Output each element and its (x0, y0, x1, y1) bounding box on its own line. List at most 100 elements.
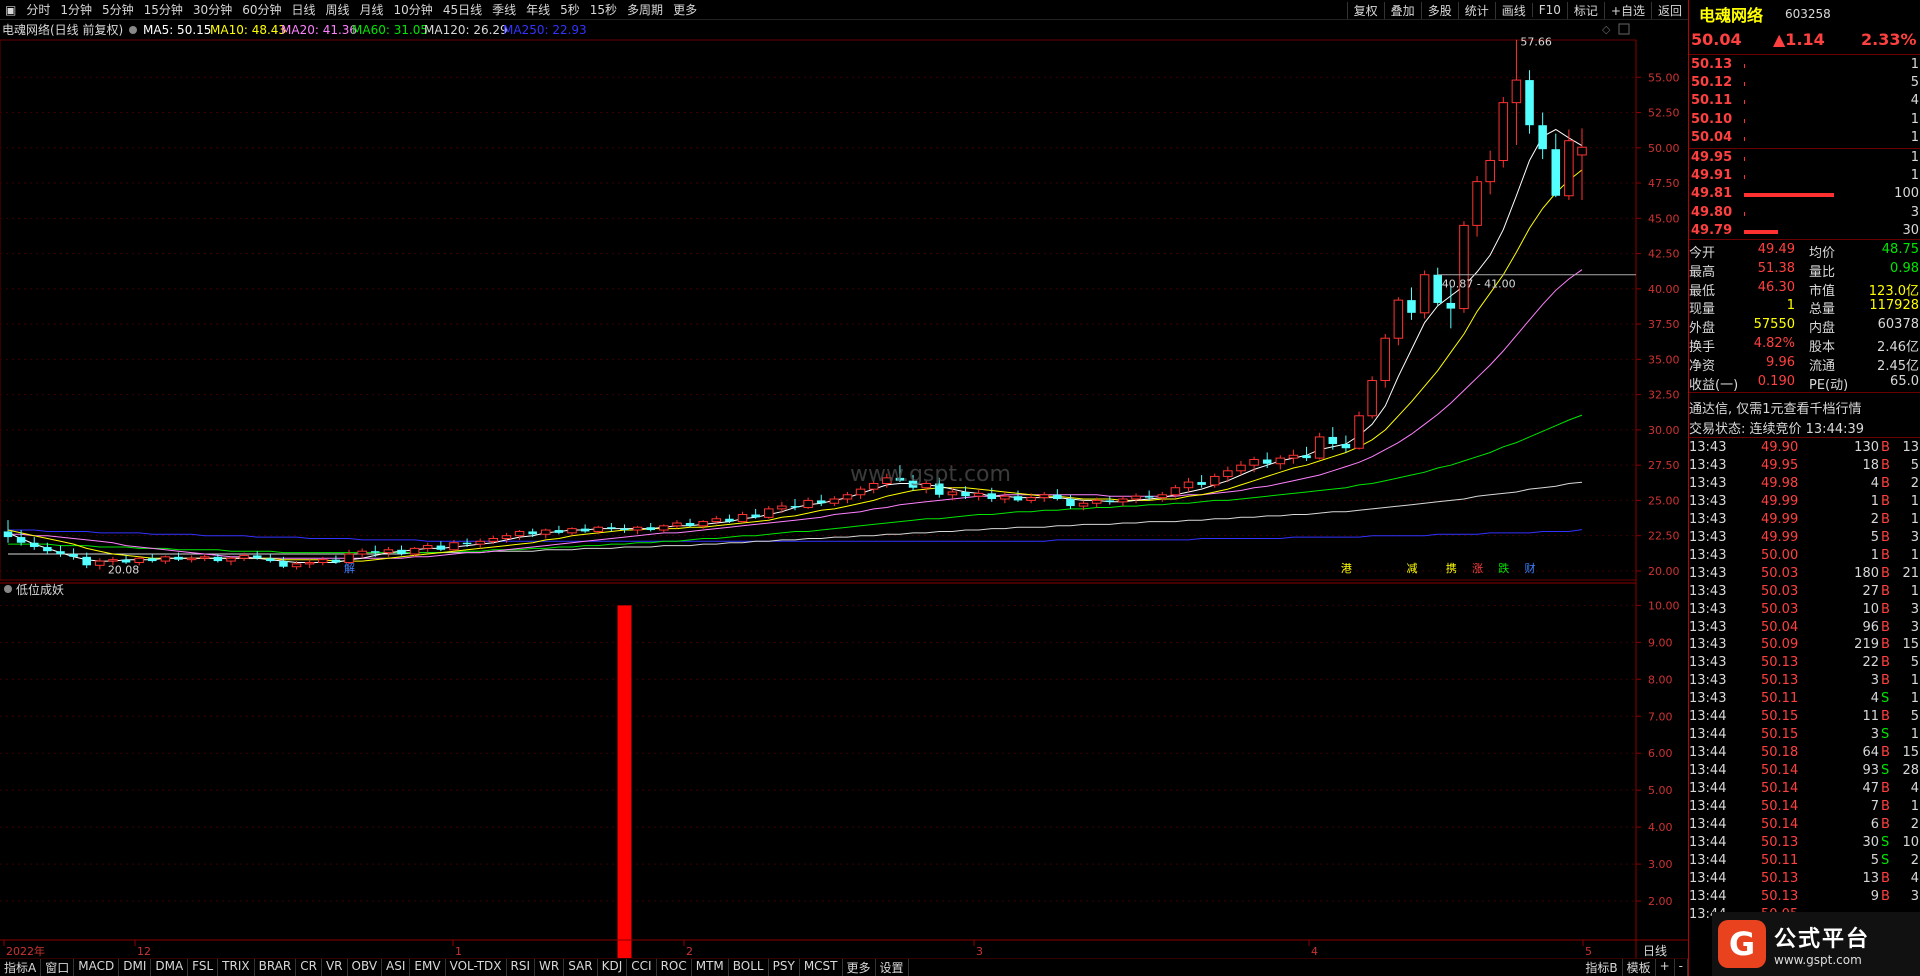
indicator-tab-24[interactable]: 更多 (843, 959, 876, 976)
indicator-tab-22[interactable]: PSY (769, 959, 800, 976)
indicator-tab-16[interactable]: SAR (564, 959, 598, 976)
candle-body (266, 558, 275, 562)
candle (1525, 70, 1534, 134)
timeframe-15[interactable]: 多周期 (622, 1, 668, 18)
indicator-tab-12[interactable]: EMV (410, 959, 446, 976)
candle (607, 522, 616, 532)
timeframe-6[interactable]: 日线 (286, 1, 320, 18)
toolbar-button-3[interactable]: 统计 (1457, 1, 1495, 19)
indicator-tab-8[interactable]: CR (296, 959, 322, 976)
indicator-tab-0[interactable]: 指标A (0, 959, 42, 976)
event-mark[interactable]: 财 (1525, 561, 1536, 575)
timeframe-7[interactable]: 周线 (321, 1, 355, 18)
indicator-tab-15[interactable]: WR (535, 959, 565, 976)
template-button-3[interactable]: - (1675, 959, 1688, 976)
ask-volume: 5 (1910, 75, 1919, 91)
indicator-tab-13[interactable]: VOL-TDX (446, 959, 507, 976)
template-button-1[interactable]: 模板 (1623, 959, 1656, 976)
kline-chart-area[interactable]: 电魂网络(日线 前复权) MA5: 50.15 MA10: 48.43 MA20… (0, 20, 1688, 976)
timeframe-5[interactable]: 60分钟 (237, 1, 286, 18)
bid-row[interactable]: 49.80 3 (1689, 205, 1920, 223)
maximize-icon[interactable] (1618, 23, 1630, 35)
timeframe-0[interactable]: 分时 (21, 1, 55, 18)
indicator-tab-2[interactable]: MACD (74, 959, 120, 976)
timeframe-11[interactable]: 季线 (487, 1, 521, 18)
indicator-tab-1[interactable]: 窗口 (41, 959, 75, 976)
ask-row[interactable]: 50.11 4 (1689, 93, 1920, 111)
indicator-tab-3[interactable]: DMI (119, 959, 152, 976)
indicator-tab-25[interactable]: 设置 (876, 959, 909, 976)
candle (737, 511, 748, 523)
event-mark[interactable]: 跌 (1498, 561, 1509, 575)
toolbar-button-5[interactable]: F10 (1531, 3, 1567, 17)
tick-price: 50.13 (1761, 834, 1799, 850)
toolbar-button-6[interactable]: 标记 (1566, 1, 1604, 19)
toolbar-button-0[interactable]: 复权 (1346, 1, 1384, 19)
diamond-icon[interactable]: ◇ (1602, 23, 1611, 36)
tick-side: B (1881, 583, 1890, 599)
indicator-tab-19[interactable]: ROC (657, 959, 692, 976)
bid-row[interactable]: 49.95 1 (1689, 150, 1920, 168)
indicator-tab-5[interactable]: FSL (188, 959, 219, 976)
timeframe-3[interactable]: 15分钟 (139, 1, 188, 18)
event-mark[interactable]: 携 (1446, 561, 1457, 575)
indicator-tab-6[interactable]: TRIX (218, 959, 255, 976)
legend-toggle-icon[interactable] (129, 26, 137, 34)
main-plot-frame (0, 39, 1637, 581)
indicator-tab-17[interactable]: KDJ (598, 959, 628, 976)
indicator-tabs-right: 指标B 模板 + - (1581, 959, 1688, 976)
indicator-tab-18[interactable]: CCI (627, 959, 657, 976)
indicator-tab-9[interactable]: VR (322, 959, 348, 976)
timeframe-10[interactable]: 45日线 (438, 1, 487, 18)
indicator-tab-11[interactable]: ASI (382, 959, 411, 976)
bid-row[interactable]: 49.81 100 (1689, 186, 1920, 204)
timeframe-8[interactable]: 月线 (355, 1, 389, 18)
event-mark[interactable]: 减 (1406, 562, 1417, 575)
indicator-tab-21[interactable]: BOLL (729, 959, 769, 976)
ma5-line (7, 128, 1583, 563)
timeframe-12[interactable]: 年线 (521, 1, 555, 18)
ask-row[interactable]: 50.13 1 (1689, 57, 1920, 75)
ask-row[interactable]: 50.12 5 (1689, 75, 1920, 93)
toolbar-button-2[interactable]: 多股 (1420, 1, 1458, 19)
template-button-2[interactable]: + (1656, 959, 1675, 976)
candle-body (1577, 146, 1587, 156)
indicator-tab-4[interactable]: DMA (151, 959, 189, 976)
toolbar-button-4[interactable]: 画线 (1494, 1, 1532, 19)
candle-body (134, 557, 144, 563)
date-tick-label: 1 (455, 945, 462, 958)
bid-row[interactable]: 49.91 1 (1689, 168, 1920, 186)
indicator-tab-23[interactable]: MCST (800, 959, 843, 976)
tick-row: 13:43 49.99 2 B 1 (1689, 512, 1920, 530)
indicator-toggle-icon[interactable] (4, 585, 12, 593)
timeframe-9[interactable]: 10分钟 (389, 1, 438, 18)
timeframe-1[interactable]: 1分钟 (55, 1, 97, 18)
tick-volume: 22 (1862, 655, 1879, 671)
indicator-tab-7[interactable]: BRAR (255, 959, 297, 976)
toolbar-button-7[interactable]: +自选 (1603, 1, 1651, 19)
candle-body (1407, 300, 1416, 313)
toolbar-button-1[interactable]: 叠加 (1383, 1, 1421, 19)
timeframe-2[interactable]: 5分钟 (97, 1, 139, 18)
upgrade-notice-row[interactable]: 通达信, 仅需1元查看千档行情 (1689, 398, 1920, 417)
tick-side: S (1881, 691, 1890, 707)
tick-side: B (1881, 619, 1890, 635)
event-mark[interactable]: 涨 (1472, 562, 1483, 575)
indicator-tab-20[interactable]: MTM (692, 959, 729, 976)
upgrade-notice[interactable]: 通达信, 仅需1元查看千档行情 (1689, 398, 1862, 417)
ask-row[interactable]: 50.04 1 (1689, 130, 1920, 148)
timeframe-14[interactable]: 15秒 (585, 1, 622, 18)
timeframe-13[interactable]: 5秒 (555, 1, 585, 18)
timeframe-16[interactable]: 更多 (668, 1, 702, 18)
toolbar-button-8[interactable]: 返回 (1650, 1, 1688, 19)
ask-row[interactable]: 50.10 1 (1689, 112, 1920, 130)
event-mark[interactable]: 港 (1341, 562, 1352, 575)
timeframe-4[interactable]: 30分钟 (188, 1, 237, 18)
indicator-tab-10[interactable]: OBV (348, 959, 383, 976)
tick-time: 13:44 (1689, 745, 1727, 761)
indicator-tab-14[interactable]: RSI (507, 959, 536, 976)
tick-count: 2 (1910, 816, 1919, 832)
event-mark[interactable]: 解 (344, 561, 355, 575)
template-button-0[interactable]: 指标B (1581, 959, 1623, 976)
menu-icon[interactable]: ▣ (0, 3, 21, 17)
